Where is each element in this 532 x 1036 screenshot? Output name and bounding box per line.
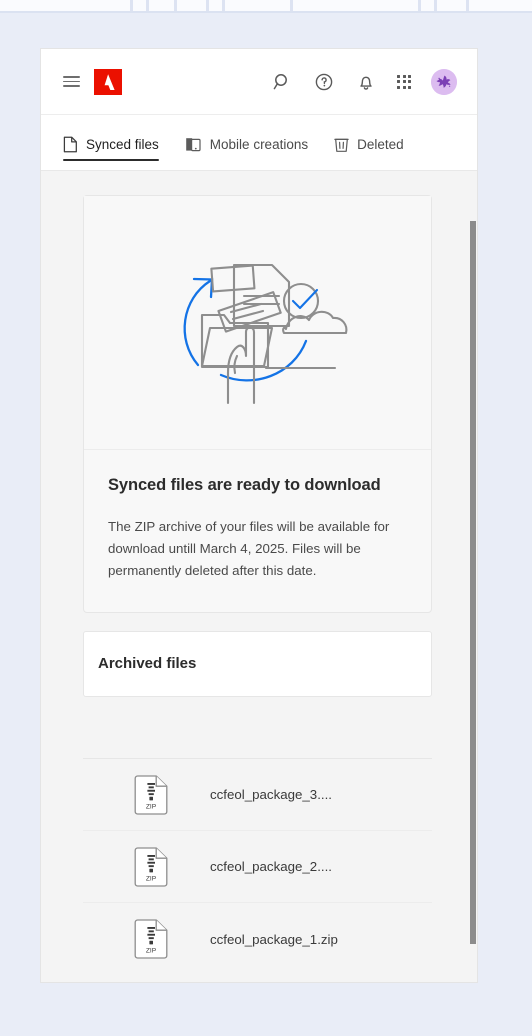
help-icon[interactable] [313, 71, 335, 93]
vertical-scrollbar-track[interactable] [468, 171, 477, 982]
header-actions [271, 68, 457, 95]
content-scroll-area[interactable]: Synced files are ready to download The Z… [41, 171, 477, 982]
grid-dot [397, 80, 400, 84]
sync-files-to-cloud-illustration [84, 196, 431, 450]
chrome-tick [222, 0, 225, 11]
hamburger-menu-icon[interactable] [63, 76, 80, 87]
chrome-divider [0, 11, 532, 13]
document-icon [63, 136, 78, 153]
hero-body: Synced files are ready to download The Z… [84, 450, 431, 612]
tab-synced-files[interactable]: Synced files [63, 115, 159, 170]
tab-bar: Synced files Mobile creations Deleted [41, 115, 477, 171]
vertical-scrollbar-thumb[interactable] [470, 221, 476, 944]
zip-file-icon: ZIP [134, 846, 168, 887]
tab-deleted[interactable]: Deleted [334, 115, 404, 170]
hamburger-bar [63, 76, 80, 78]
file-name: ccfeol_package_3.... [210, 787, 332, 802]
grid-dot [408, 85, 412, 89]
grid-dot [408, 74, 412, 78]
search-icon[interactable] [271, 71, 293, 93]
chrome-tick [206, 0, 209, 11]
grid-dot [402, 85, 406, 89]
adobe-logo[interactable] [94, 68, 122, 95]
zip-file-icon: ZIP [134, 919, 168, 959]
mobile-device-icon [185, 136, 202, 153]
hamburger-bar [63, 85, 80, 87]
app-window: Synced files Mobile creations Deleted Sy… [40, 48, 478, 983]
app-grid-icon[interactable] [397, 74, 412, 89]
svg-text:ZIP: ZIP [146, 875, 157, 882]
grid-dot [402, 74, 406, 78]
file-list-item[interactable]: ZIP ccfeol_package_1.zip [83, 903, 432, 975]
file-name: ccfeol_package_2.... [210, 859, 332, 874]
chrome-tick [466, 0, 469, 11]
browser-chrome-remnant [0, 0, 532, 11]
file-list-item[interactable]: ZIP ccfeol_package_2.... [83, 831, 432, 903]
archived-files-title: Archived files [98, 655, 197, 672]
file-list-item[interactable]: ZIP ccfeol_package_3.... [83, 759, 432, 831]
grid-dot [397, 74, 400, 78]
tab-label: Synced files [86, 137, 159, 152]
notifications-bell-icon[interactable] [355, 71, 377, 93]
grid-dot [408, 80, 412, 84]
tab-label: Deleted [357, 137, 404, 152]
archived-file-list: ZIP ccfeol_package_3.... ZIP ccfeol_pack… [83, 758, 432, 975]
svg-text:ZIP: ZIP [146, 803, 157, 810]
file-name: ccfeol_package_1.zip [210, 931, 338, 947]
chrome-tick [418, 0, 421, 11]
user-avatar[interactable] [431, 68, 457, 95]
zip-file-icon: ZIP [134, 774, 168, 815]
archived-files-card: Archived files [83, 631, 432, 697]
content-inner: Synced files are ready to download The Z… [41, 171, 477, 975]
chrome-tick [434, 0, 437, 11]
global-header [41, 49, 477, 115]
chrome-tick [146, 0, 149, 11]
tab-mobile-creations[interactable]: Mobile creations [185, 115, 308, 170]
chrome-tick [290, 0, 293, 11]
grid-dot [402, 80, 406, 84]
hero-title: Synced files are ready to download [108, 476, 381, 494]
synced-files-hero-card: Synced files are ready to download The Z… [83, 195, 432, 613]
trash-icon [334, 136, 349, 153]
chrome-tick [174, 0, 177, 11]
hero-description: The ZIP archive of your files will be av… [108, 519, 390, 578]
svg-text:ZIP: ZIP [146, 948, 157, 955]
hamburger-bar [63, 80, 80, 83]
grid-dot [397, 85, 400, 89]
tab-label: Mobile creations [209, 137, 309, 152]
chrome-tick [130, 0, 133, 11]
